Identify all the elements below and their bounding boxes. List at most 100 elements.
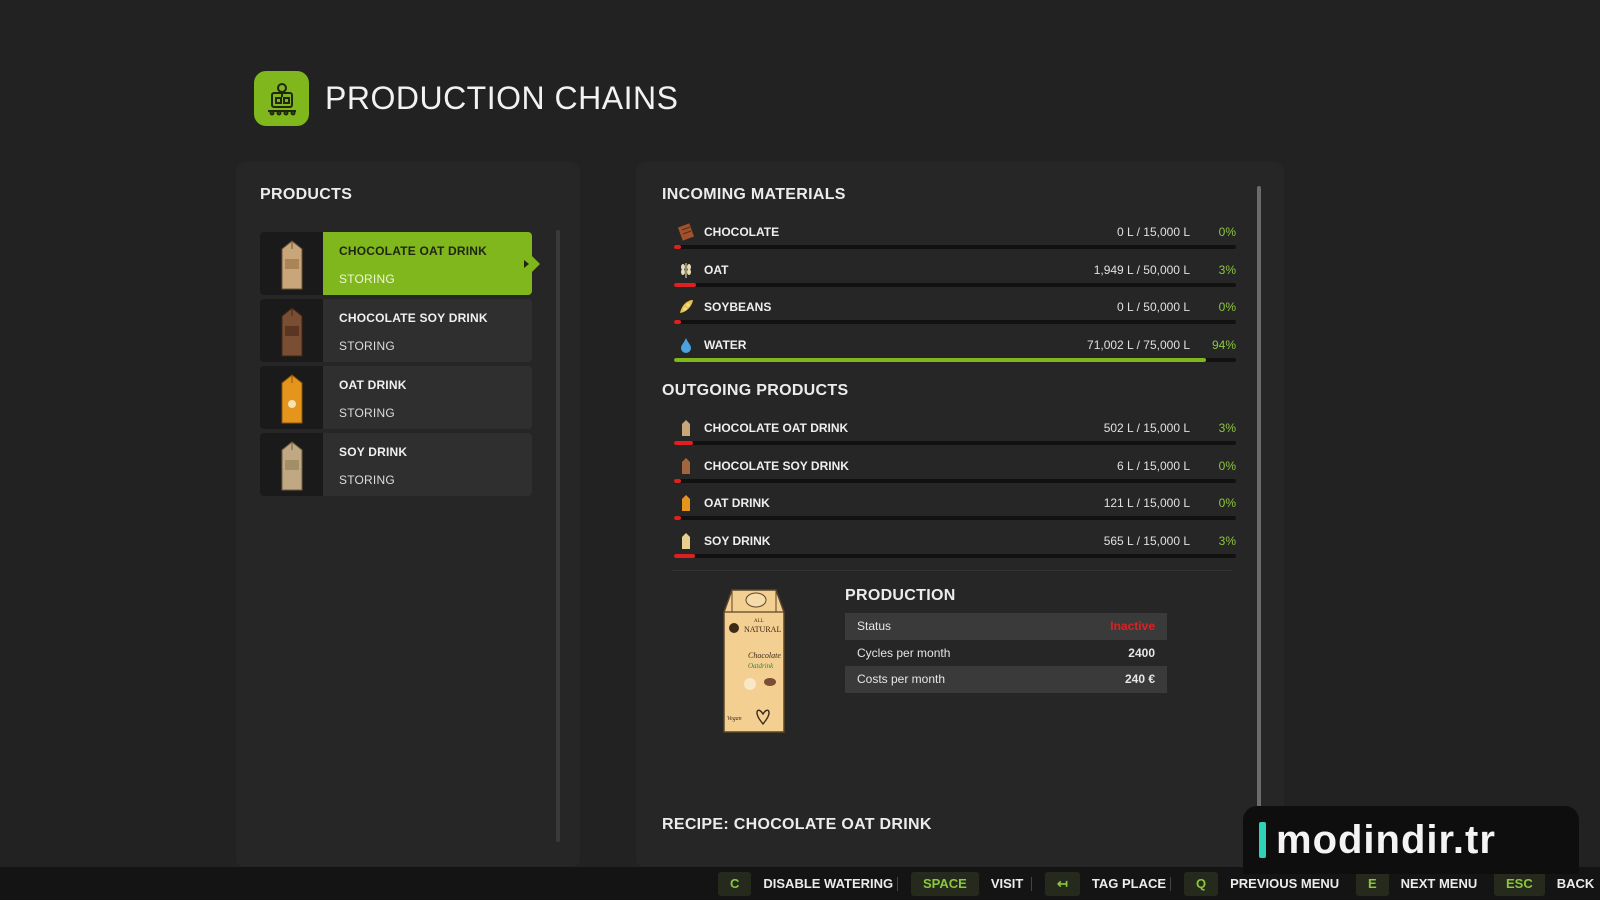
hint-separator: [897, 877, 898, 891]
hint-visit[interactable]: SPACE VISIT: [911, 867, 1023, 900]
production-title: PRODUCTION: [845, 587, 956, 604]
output-amount: 502 L / 15,000 L: [1103, 421, 1190, 435]
product-item-chocolate-soy-drink[interactable]: CHOCOLATE SOY DRINK STORING: [260, 299, 532, 362]
material-name: CHOCOLATE: [704, 225, 780, 239]
output-percent: 3%: [1218, 421, 1236, 435]
product-name: OAT DRINK: [339, 378, 407, 392]
material-fill-bar: [674, 320, 1236, 325]
oat-drink-carton-icon: [260, 366, 323, 429]
hint-label: BACK: [1556, 876, 1595, 891]
hint-separator: [1170, 877, 1171, 891]
hint-label: TAG PLACE: [1091, 876, 1167, 891]
hint-label: PREVIOUS MENU: [1230, 876, 1340, 891]
output-fill: [674, 553, 696, 558]
watermark-bar: [1259, 822, 1266, 858]
production-status-value: Inactive: [1110, 619, 1155, 634]
water-drop-icon: [681, 337, 691, 353]
production-row-status: Status Inactive: [845, 613, 1167, 640]
key-badge: Q: [1184, 871, 1219, 896]
oat-icon: [681, 262, 691, 278]
carton-product: Chocolate: [748, 651, 781, 660]
output-name: SOY DRINK: [704, 533, 771, 548]
output-amount: 121 L / 15,000 L: [1103, 496, 1190, 511]
material-row-soybeans: SOYBEANS 0 L / 50,000 L 0%: [672, 294, 1236, 332]
production-table: Status Inactive Cycles per month 2400 Co…: [845, 613, 1167, 693]
output-fill-bar: [674, 516, 1236, 521]
material-fill-bar: [674, 357, 1236, 362]
carton-sub: Oatdrink: [748, 662, 774, 670]
material-fill: [674, 245, 682, 249]
product-item-soy-drink[interactable]: SOY DRINK STORING: [260, 433, 532, 496]
production-label: Cycles per month: [857, 645, 951, 660]
output-name: CHOCOLATE SOY DRINK: [704, 458, 849, 473]
outgoing-products-list: CHOCOLATE OAT DRINK 502 L / 15,000 L 3% …: [672, 415, 1236, 565]
material-name: OAT: [704, 262, 729, 277]
products-title: PRODUCTS: [260, 186, 353, 203]
material-fill: [674, 357, 1207, 362]
output-fill: [674, 441, 693, 445]
product-item-oat-drink[interactable]: OAT DRINK STORING: [260, 366, 532, 429]
material-fill: [674, 282, 696, 287]
production-cycles-value: 2400: [1128, 645, 1155, 660]
hint-label: NEXT MENU: [1400, 876, 1478, 891]
material-row-chocolate: CHOCOLATE 0 L / 15,000 L 0%: [672, 219, 1236, 257]
product-name: CHOCOLATE SOY DRINK: [339, 311, 488, 325]
hint-label: DISABLE WATERING: [763, 876, 894, 891]
output-percent: 3%: [1218, 533, 1236, 548]
material-fill: [674, 320, 682, 325]
recipe-title: RECIPE: CHOCOLATE OAT DRINK: [662, 816, 932, 833]
material-percent: 0%: [1218, 225, 1236, 239]
key-badge: ↤: [1045, 871, 1080, 896]
product-status: STORING: [339, 272, 395, 286]
output-row-soy-drink: SOY DRINK 565 L / 15,000 L 3%: [672, 528, 1236, 566]
chocolate-soy-drink-carton-icon: [260, 299, 323, 362]
hint-separator: [1031, 877, 1032, 891]
key-badge: E: [1356, 871, 1389, 896]
output-percent: 0%: [1218, 458, 1236, 473]
outgoing-products-title: OUTGOING PRODUCTS: [662, 382, 849, 399]
production-chains-icon: [254, 71, 309, 126]
soy-drink-carton-icon: [260, 433, 323, 496]
output-name: CHOCOLATE OAT DRINK: [704, 421, 849, 435]
section-divider: [672, 570, 1232, 571]
page-title: PRODUCTION CHAINS: [325, 80, 679, 116]
carton-top-text: ALL: [754, 619, 764, 624]
product-name: SOY DRINK: [339, 445, 408, 459]
material-fill-bar: [674, 245, 1236, 249]
carton-icon: [682, 420, 690, 436]
material-name: SOYBEANS: [704, 300, 772, 315]
incoming-materials-list: CHOCOLATE 0 L / 15,000 L 0% OAT 1,949 L …: [672, 219, 1236, 369]
chocolate-icon: [678, 223, 694, 241]
key-badge: SPACE: [911, 871, 979, 896]
output-fill: [674, 478, 682, 483]
output-fill: [674, 516, 682, 521]
material-amount: 1,949 L / 50,000 L: [1093, 262, 1190, 277]
material-percent: 0%: [1218, 300, 1236, 315]
carton-bottom: Vegan: [727, 716, 742, 722]
hint-disable-watering[interactable]: C DISABLE WATERING: [718, 867, 893, 900]
output-fill-bar: [674, 478, 1236, 483]
output-fill-bar: [674, 553, 1236, 558]
product-name: CHOCOLATE OAT DRINK: [339, 244, 488, 258]
selected-arrow-icon: [532, 256, 540, 272]
material-fill-bar: [674, 282, 1236, 287]
hint-tag-place[interactable]: ↤ TAG PLACE: [1045, 867, 1166, 900]
chocolate-oat-drink-carton-image: ALL NATURAL Chocolate Oatdrink Vegan: [723, 589, 785, 733]
carton-brand: NATURAL: [744, 625, 781, 634]
material-row-water: WATER 71,002 L / 75,000 L 94%: [672, 332, 1236, 370]
carton-icon: [682, 457, 690, 474]
material-percent: 3%: [1218, 262, 1236, 277]
products-scrollbar[interactable]: [556, 230, 560, 842]
output-fill-bar: [674, 441, 1236, 445]
material-percent: 94%: [1211, 337, 1236, 352]
product-status: STORING: [339, 473, 395, 487]
product-item-chocolate-oat-drink[interactable]: CHOCOLATE OAT DRINK STORING: [260, 232, 540, 295]
material-name: WATER: [704, 337, 747, 352]
material-amount: 0 L / 50,000 L: [1117, 300, 1190, 315]
details-scrollbar[interactable]: [1257, 186, 1261, 808]
output-percent: 0%: [1218, 496, 1236, 511]
hint-label: VISIT: [990, 876, 1024, 891]
output-name: OAT DRINK: [704, 496, 770, 511]
watermark: modindir.tr: [1243, 806, 1579, 874]
product-list: CHOCOLATE OAT DRINK STORING CHOCOLATE SO…: [260, 232, 540, 500]
